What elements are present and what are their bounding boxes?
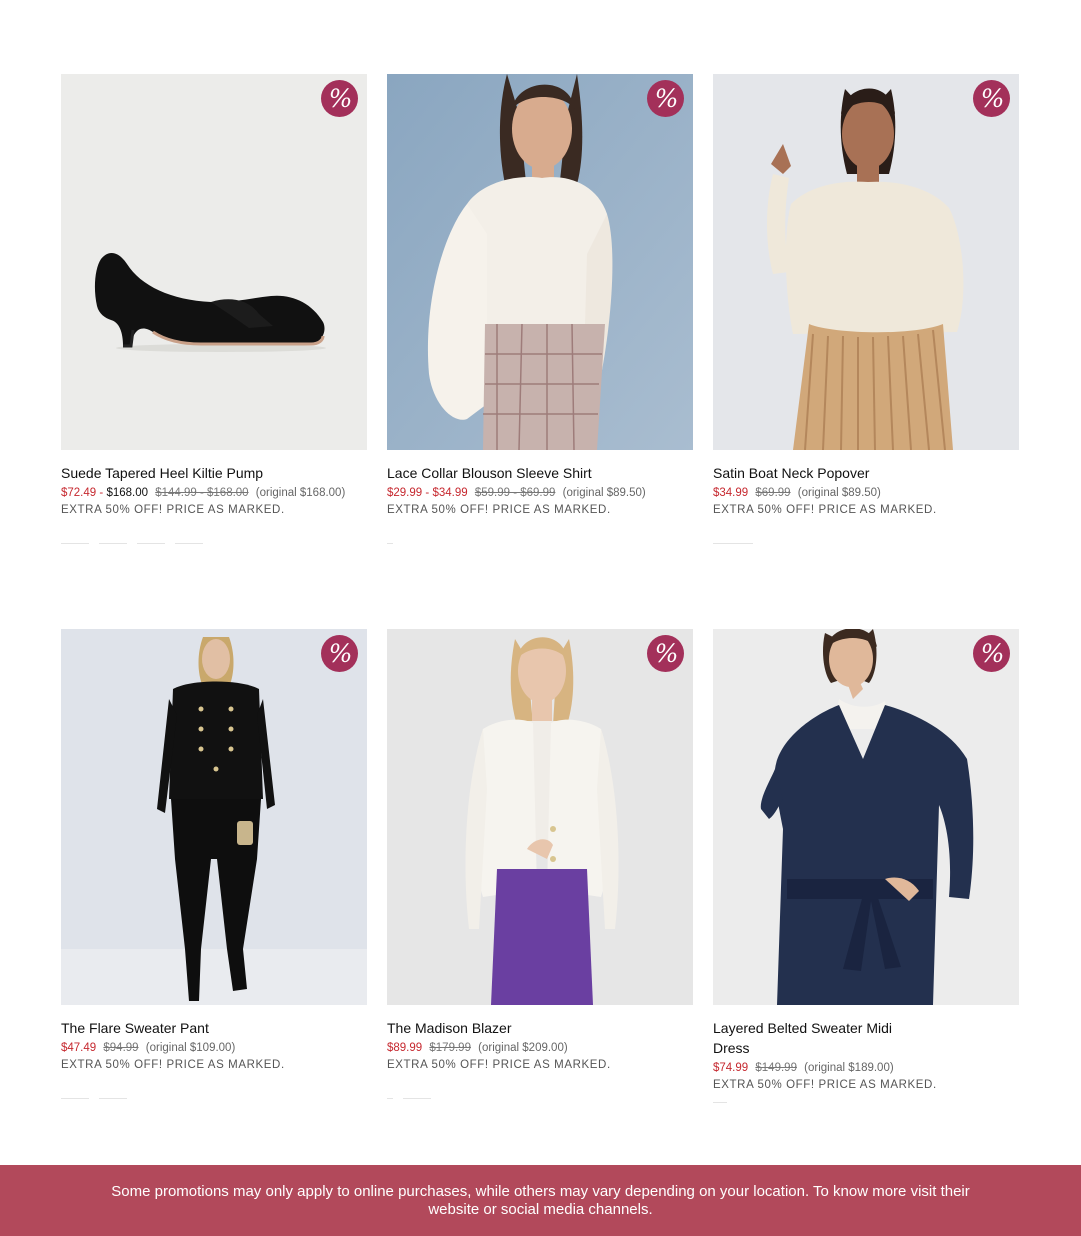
discount-badge-icon: % (973, 80, 1010, 117)
color-swatches (713, 1102, 1019, 1105)
promo-text: EXTRA 50% OFF! PRICE AS MARKED. (387, 504, 611, 516)
product-image[interactable]: % (387, 74, 693, 450)
swatch[interactable] (713, 1102, 727, 1103)
swatch[interactable] (403, 1098, 431, 1099)
original-price: (original $209.00) (478, 1042, 568, 1054)
product-image[interactable]: % (61, 629, 367, 1005)
sale-price: $89.99 (387, 1042, 423, 1054)
discount-badge-icon: % (973, 635, 1010, 672)
promotions-disclaimer-banner: Some promotions may only apply to online… (0, 1165, 1081, 1236)
was-price: $149.99 (755, 1062, 797, 1074)
sale-price: $72.49 (61, 487, 97, 499)
was-price: $59.99 - $69.99 (474, 487, 556, 499)
sale-price: $47.49 (61, 1042, 97, 1054)
product-price: $34.99 $69.99 (original $89.50) (713, 485, 1019, 502)
was-price: $144.99 - $168.00 (155, 487, 249, 499)
discount-badge-icon: % (647, 80, 684, 117)
original-price: (original $189.00) (804, 1062, 894, 1074)
product-card[interactable]: % The Flare Sweater Pant $47.49 $94.99 (… (61, 629, 367, 1184)
product-image[interactable]: % (713, 74, 1019, 450)
color-swatches (61, 543, 367, 546)
color-swatches (713, 543, 1019, 546)
product-grid: % Suede Tapered Heel Kiltie Pump $72.49 … (61, 74, 1019, 1184)
promo-text: EXTRA 50% OFF! PRICE AS MARKED. (61, 504, 285, 516)
discount-badge-icon: % (647, 635, 684, 672)
was-price: $94.99 (103, 1042, 139, 1054)
product-name[interactable]: Satin Boat Neck Popover (713, 463, 913, 483)
color-swatches (387, 1098, 693, 1101)
swatch[interactable] (99, 1098, 127, 1099)
product-image[interactable]: % (387, 629, 693, 1005)
price-separator: - (99, 487, 104, 499)
product-card[interactable]: % The Madison Blazer $89.99 $179.99 (ori… (387, 629, 693, 1184)
promo-text: EXTRA 50% OFF! PRICE AS MARKED. (713, 1079, 937, 1091)
product-card[interactable]: % Lace Collar Blouson Sleeve Shirt $29.9… (387, 74, 693, 629)
product-price: $72.49 - $168.00 $144.99 - $168.00 (orig… (61, 485, 367, 502)
product-image[interactable]: % (713, 629, 1019, 1005)
banner-text: Some promotions may only apply to online… (111, 1182, 970, 1218)
sale-price: $29.99 (387, 487, 423, 499)
color-swatches (61, 1098, 367, 1101)
product-image[interactable]: % (61, 74, 367, 450)
swatch[interactable] (99, 543, 127, 544)
swatch[interactable] (61, 1098, 89, 1099)
sale-price-high: $34.99 (432, 487, 468, 499)
promo-text: EXTRA 50% OFF! PRICE AS MARKED. (61, 1059, 285, 1071)
original-price: (original $109.00) (145, 1042, 236, 1054)
product-card[interactable]: % Suede Tapered Heel Kiltie Pump $72.49 … (61, 74, 367, 629)
product-price: $89.99 $179.99 (original $209.00) (387, 1040, 693, 1057)
promo-text: EXTRA 50% OFF! PRICE AS MARKED. (387, 1059, 611, 1071)
product-name[interactable]: The Flare Sweater Pant (61, 1018, 261, 1038)
swatch[interactable] (713, 543, 753, 544)
swatch[interactable] (61, 543, 89, 544)
product-name[interactable]: The Madison Blazer (387, 1018, 587, 1038)
product-name[interactable]: Suede Tapered Heel Kiltie Pump (61, 463, 263, 483)
product-price: $74.99 $149.99 (original $189.00) (713, 1060, 1019, 1077)
discount-badge-icon: % (321, 80, 358, 117)
product-name[interactable]: Layered Belted Sweater Midi Dress (713, 1018, 913, 1058)
product-card[interactable]: % Satin Boat Neck Popover $34.99 $69.99 … (713, 74, 1019, 629)
product-price: $29.99 - $34.99 $59.99 - $69.99 (origina… (387, 485, 693, 502)
original-price: (original $89.50) (797, 487, 881, 499)
color-swatches (387, 543, 693, 546)
original-price: (original $89.50) (562, 487, 646, 499)
was-price: $179.99 (429, 1042, 471, 1054)
swatch[interactable] (387, 1098, 393, 1099)
sale-price: $74.99 (713, 1062, 749, 1074)
swatch[interactable] (387, 543, 393, 544)
product-price: $47.49 $94.99 (original $109.00) (61, 1040, 367, 1057)
original-price: (original $168.00) (255, 487, 346, 499)
regular-price: $168.00 (106, 487, 149, 499)
swatch[interactable] (137, 543, 165, 544)
discount-badge-icon: % (321, 635, 358, 672)
product-card[interactable]: % Layered Belted Sweater Midi Dress $74.… (713, 629, 1019, 1184)
product-name[interactable]: Lace Collar Blouson Sleeve Shirt (387, 463, 592, 483)
price-separator: - (425, 487, 430, 499)
sale-price: $34.99 (713, 487, 749, 499)
was-price: $69.99 (755, 487, 791, 499)
promo-text: EXTRA 50% OFF! PRICE AS MARKED. (713, 504, 937, 516)
swatch[interactable] (175, 543, 203, 544)
